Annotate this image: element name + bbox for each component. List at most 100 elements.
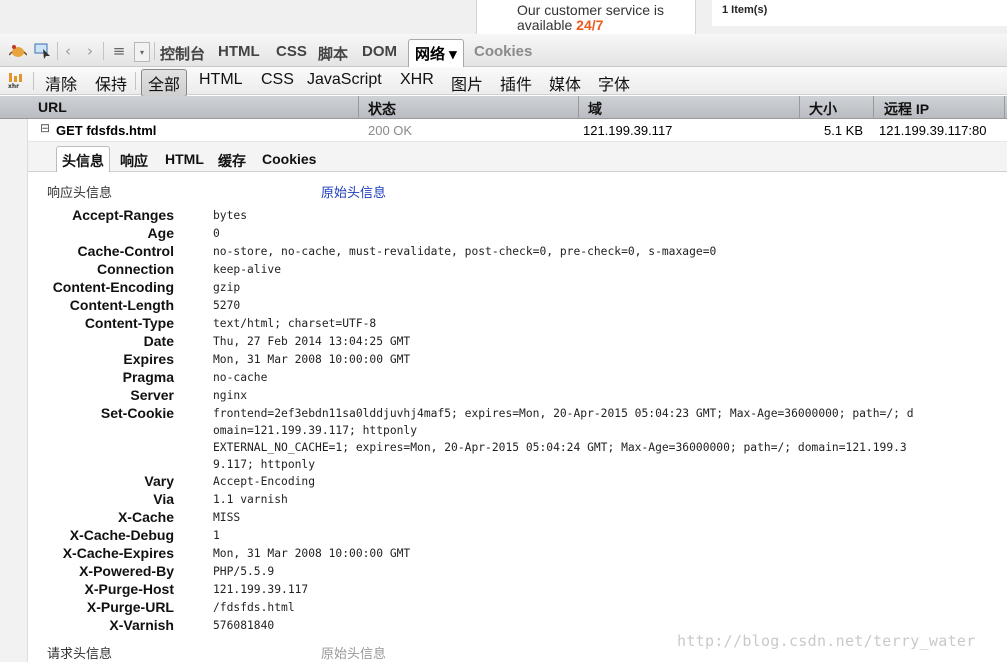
filter-media-button[interactable]: 媒体 [549,71,581,95]
request-detail-tabs: 头信息 响应 HTML 缓存 Cookies [28,142,1007,173]
net-toolbar: xhr 清除 保持 全部 HTML CSS JavaScript XHR 图片 … [0,67,1007,97]
toolbar-separator [135,72,136,90]
watermark-text: http://blog.csdn.net/terry_water [677,632,976,650]
tab-console[interactable]: 控制台 [160,43,205,64]
header-name: X-Purge-URL [86,599,174,615]
svg-text:xhr: xhr [8,83,19,89]
header-name: Via [153,491,174,507]
firebug-toolbar: ‹ › ≡ ▾ 控制台 HTML CSS 脚本 DOM 网络 ▾ Cookies [0,34,1007,67]
header-name: Date [143,333,174,349]
column-url[interactable]: URL [38,99,67,115]
header-name: Accept-Ranges [72,207,174,223]
toolbar-separator [154,42,155,60]
header-value: 5270 [213,299,241,312]
header-value: keep-alive [213,263,282,276]
header-name: X-Cache-Expires [62,545,174,561]
filter-html-button[interactable]: HTML [199,71,243,89]
collapse-toggle-icon[interactable]: ⊟ [40,121,50,135]
tab-cookies-detail[interactable]: Cookies [262,151,316,167]
forward-arrow-icon[interactable]: › [83,42,97,60]
header-name: Pragma [122,369,174,385]
request-url[interactable]: GET fdsfds.html [56,123,156,138]
toolbar-separator [103,42,104,60]
back-arrow-icon[interactable]: ‹ [61,42,75,60]
column-separator[interactable] [799,96,800,119]
header-name: Set-Cookie [100,405,174,421]
header-name: Content-Type [84,315,174,331]
header-name: X-Varnish [109,617,174,633]
service-hours-highlight: 24/7 [576,17,604,33]
tab-html-preview[interactable]: HTML [165,151,204,167]
filter-all-button[interactable]: 全部 [141,69,188,97]
firebug-bug-icon[interactable] [8,42,28,60]
filter-plugins-button[interactable]: 插件 [500,71,532,95]
header-value: 1 [213,529,220,542]
tab-dom[interactable]: DOM [362,43,397,60]
inspect-element-icon[interactable] [33,42,53,60]
dropdown-arrow-icon[interactable]: ▾ [134,42,150,62]
header-value: 1.1 varnish [213,493,288,506]
filter-javascript-button[interactable]: JavaScript [307,71,382,89]
headers-panel: 响应头信息 原始头信息 Accept-Ranges bytes Age 0 Ca… [29,172,1007,662]
persist-button[interactable]: 保持 [95,71,127,95]
header-name: Expires [123,351,174,367]
header-value: nginx [213,389,248,402]
column-status[interactable]: 状态 [368,99,396,119]
service-line-1: Our customer service is [517,2,665,18]
tab-response[interactable]: 响应 [120,151,148,171]
column-separator[interactable] [1004,96,1005,119]
header-name: Age [147,225,174,241]
column-remote-ip[interactable]: 远程 IP [884,99,929,119]
net-column-headers: URL 状态 域 大小 远程 IP [0,96,1007,119]
column-domain[interactable]: 域 [588,99,602,119]
clear-button[interactable]: 清除 [45,71,77,95]
filter-images-button[interactable]: 图片 [451,71,483,95]
xhr-icon[interactable]: xhr [6,72,26,90]
header-value: bytes [213,209,248,222]
request-raw-headers-link[interactable]: 原始头信息 [321,643,386,662]
cart-items-count[interactable]: 1 Item(s) [722,4,767,16]
header-value: 121.199.39.117 [213,583,309,596]
request-headers-title: 请求头信息 [47,647,113,662]
header-value: PHP/5.5.9 [213,565,275,578]
header-name: X-Powered-By [79,563,174,579]
request-status: 200 OK [368,123,413,138]
tab-script[interactable]: 脚本 [318,43,348,64]
response-headers-title: 响应头信息 [47,186,113,201]
customer-service-text: Our customer service is available 24/7 [517,3,687,33]
menu-list-icon[interactable]: ≡ [108,42,130,60]
tab-html[interactable]: HTML [218,43,260,60]
background-page-strip: Our customer service is available 24/7 1… [0,0,1007,34]
toolbar-separator [33,72,34,90]
tab-cache[interactable]: 缓存 [218,151,246,171]
header-value: MISS [213,511,241,524]
header-name: X-Purge-Host [84,581,174,597]
tab-net[interactable]: 网络 ▾ [408,39,464,67]
header-value: gzip [213,281,241,294]
header-name: Content-Length [69,297,174,313]
header-value: Mon, 31 Mar 2008 10:00:00 GMT [213,353,411,366]
request-row[interactable]: ⊟ GET fdsfds.html 200 OK 121.199.39.117 … [28,119,1007,142]
tab-headers[interactable]: 头信息 [56,146,110,173]
header-value: no-store, no-cache, must-revalidate, pos… [213,245,717,258]
header-name: X-Cache-Debug [69,527,174,543]
filter-fonts-button[interactable]: 字体 [598,71,630,95]
column-separator[interactable] [578,96,579,119]
service-available-text: available [517,17,577,33]
column-size[interactable]: 大小 [809,99,837,119]
column-separator[interactable] [873,96,874,119]
header-name: Cache-Control [77,243,174,259]
header-name: Server [130,387,174,403]
column-separator[interactable] [358,96,359,119]
filter-xhr-button[interactable]: XHR [400,71,434,89]
request-domain: 121.199.39.117 [583,123,673,138]
header-name: X-Cache [117,509,174,525]
response-raw-headers-link[interactable]: 原始头信息 [321,182,386,201]
filter-css-button[interactable]: CSS [261,71,294,89]
left-gutter [0,119,28,662]
header-name: Connection [97,261,174,277]
tab-css[interactable]: CSS [276,43,307,60]
header-value: 0 [213,227,220,240]
header-value: Mon, 31 Mar 2008 10:00:00 GMT [213,547,411,560]
tab-cookies[interactable]: Cookies [474,43,532,60]
